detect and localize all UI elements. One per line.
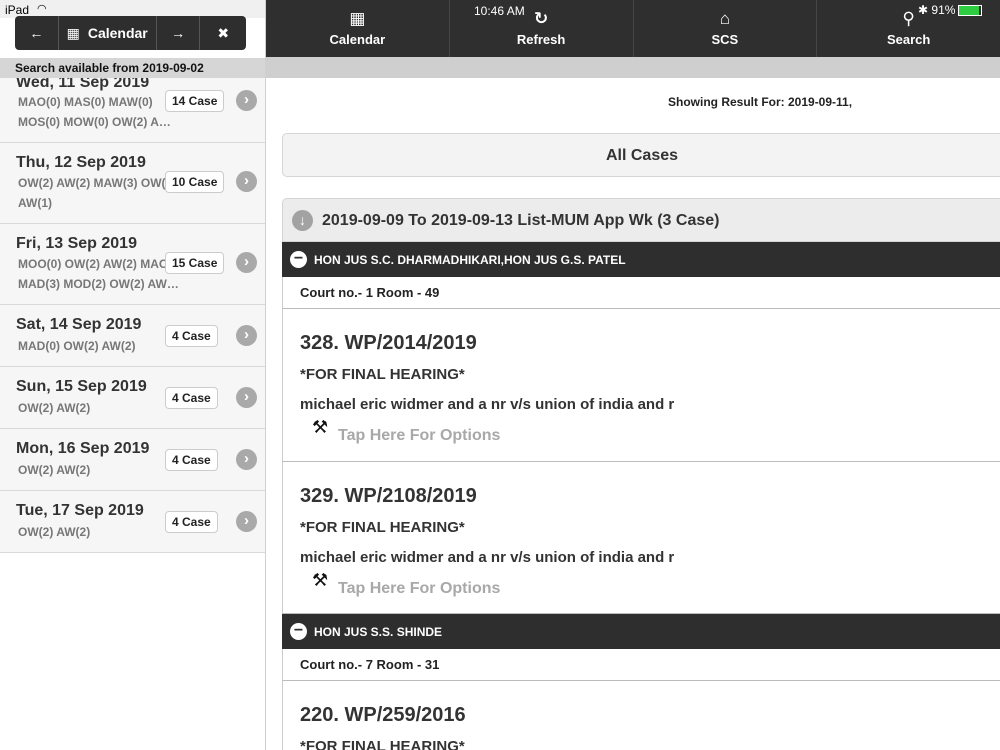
- bench-judges: HON JUS S.C. DHARMADHIKARI,HON JUS G.S. …: [314, 253, 626, 267]
- case-stage: *FOR FINAL HEARING*: [300, 738, 465, 750]
- case-count-badge: 14 Case: [165, 90, 225, 112]
- case-count-badge: 10 Case: [165, 171, 225, 193]
- day-codes: OW(2) AW(2) MAW(3) OW(2) AW(1): [18, 176, 177, 210]
- case-item[interactable]: 328. WP/2014/2019 *FOR FINAL HEARING* mi…: [282, 309, 1000, 462]
- case-options-link[interactable]: Tap Here For Options: [338, 427, 500, 445]
- day-item[interactable]: Sat, 14 Sep 2019 MAD(0) OW(2) AW(2) 4 Ca…: [0, 305, 265, 367]
- download-icon[interactable]: ↓: [292, 210, 313, 231]
- court-room: Court no.- 7 Room - 31: [282, 649, 1000, 681]
- next-button[interactable]: →: [157, 16, 201, 50]
- battery-percent: 91%: [931, 3, 956, 17]
- day-date: Fri, 13 Sep 2019: [16, 235, 137, 252]
- day-codes: OW(2) AW(2): [18, 463, 91, 477]
- case-item[interactable]: 220. WP/259/2016 *FOR FINAL HEARING*: [282, 681, 1000, 750]
- day-codes: OW(2) AW(2): [18, 401, 91, 415]
- case-count-badge: 4 Case: [165, 387, 218, 409]
- case-count-badge: 4 Case: [165, 449, 218, 471]
- nav-label: Refresh: [516, 32, 566, 47]
- case-count-badge: 15 Case: [165, 252, 225, 274]
- tools-icon[interactable]: ⚒: [312, 570, 328, 591]
- day-item[interactable]: Tue, 17 Sep 2019 OW(2) AW(2) 4 Case ›: [0, 491, 265, 553]
- clock: 10:46 AM: [474, 4, 525, 18]
- chevron-right-icon[interactable]: ›: [236, 252, 257, 273]
- case-item[interactable]: 329. WP/2108/2019 *FOR FINAL HEARING* mi…: [282, 462, 1000, 614]
- day-item[interactable]: Mon, 16 Sep 2019 OW(2) AW(2) 4 Case ›: [0, 429, 265, 491]
- carrier-label: iPad: [5, 3, 30, 17]
- day-list: Wed, 11 Sep 2019 MAO(0) MAS(0) MAW(0) MO…: [0, 65, 265, 553]
- bench-header[interactable]: − HON JUS S.S. SHINDE: [282, 614, 1000, 649]
- nav-label: SCS: [711, 32, 739, 47]
- grid-icon: ▦: [66, 24, 80, 41]
- court-room: Court no.- 1 Room - 49: [282, 277, 1000, 309]
- home-icon: ⌂: [719, 9, 731, 28]
- left-toolbar: ← ▦ Calendar → ✖: [15, 16, 246, 50]
- refresh-icon: ↻: [534, 9, 549, 28]
- battery-indicator: ✱ 91%: [918, 3, 983, 17]
- bench-judges: HON JUS S.S. SHINDE: [314, 625, 443, 639]
- day-codes: MOO(0) OW(2) AW(2) MAO(0) MAD(3) MOD(2) …: [18, 257, 183, 291]
- day-codes: MAO(0) MAS(0) MAW(0) MOS(0) MOW(0) OW(2)…: [18, 95, 171, 129]
- close-icon: ✖: [217, 24, 230, 41]
- close-button[interactable]: ✖: [200, 16, 246, 50]
- day-date: Sun, 15 Sep 2019: [16, 378, 147, 395]
- day-item[interactable]: Fri, 13 Sep 2019 MOO(0) OW(2) AW(2) MAO(…: [0, 224, 265, 305]
- top-navbar: ▦ Calendar ↻ Refresh ⌂ SCS ⚲ Search: [266, 0, 1000, 57]
- chevron-right-icon[interactable]: ›: [236, 387, 257, 408]
- case-number: 329. WP/2108/2019: [300, 485, 477, 507]
- case-count-badge: 4 Case: [165, 511, 218, 533]
- calendar-button[interactable]: ▦ Calendar: [59, 16, 157, 50]
- day-codes: OW(2) AW(2): [18, 525, 91, 539]
- calendar-button-label: Calendar: [87, 25, 148, 41]
- list-title: 2019-09-09 To 2019-09-13 List-MUM App Wk…: [322, 212, 720, 229]
- search-availability-banner: Search available from 2019-09-02: [0, 58, 265, 78]
- collapse-icon[interactable]: −: [290, 623, 307, 640]
- arrow-right-icon: →: [171, 25, 186, 41]
- day-date: Mon, 16 Sep 2019: [16, 440, 150, 457]
- calendar-grid-icon: ▦: [349, 9, 366, 28]
- case-options-link[interactable]: Tap Here For Options: [338, 580, 500, 598]
- case-parties: michael eric widmer and a nr v/s union o…: [300, 396, 675, 413]
- day-codes: MAD(0) OW(2) AW(2): [18, 339, 136, 353]
- chevron-right-icon[interactable]: ›: [236, 90, 257, 111]
- previous-button[interactable]: ←: [15, 16, 59, 50]
- day-item[interactable]: Sun, 15 Sep 2019 OW(2) AW(2) 4 Case ›: [0, 367, 265, 429]
- showing-result-text: Showing Result For: 2019-09-11,: [668, 95, 853, 109]
- case-stage: *FOR FINAL HEARING*: [300, 519, 465, 536]
- case-number: 220. WP/259/2016: [300, 704, 466, 726]
- nav-label: Calendar: [329, 32, 386, 47]
- nav-scs-button[interactable]: ⌂ SCS: [634, 0, 818, 57]
- all-cases-button[interactable]: All Cases: [282, 133, 1000, 177]
- chevron-right-icon[interactable]: ›: [236, 511, 257, 532]
- chevron-right-icon[interactable]: ›: [236, 325, 257, 346]
- day-date: Sat, 14 Sep 2019: [16, 316, 142, 333]
- case-parties: michael eric widmer and a nr v/s union o…: [300, 549, 675, 566]
- calendar-sidebar: iPad ◠ ← ▦ Calendar → ✖ Wed, 11 Sep 2019…: [0, 0, 266, 750]
- case-number: 328. WP/2014/2019: [300, 332, 477, 354]
- day-item[interactable]: Thu, 12 Sep 2019 OW(2) AW(2) MAW(3) OW(2…: [0, 143, 265, 224]
- tools-icon[interactable]: ⚒: [312, 417, 328, 438]
- nav-label: Search: [886, 32, 931, 47]
- collapse-icon[interactable]: −: [290, 251, 307, 268]
- wifi-icon: ◠: [37, 3, 47, 15]
- day-date: Tue, 17 Sep 2019: [16, 502, 144, 519]
- list-header[interactable]: ↓ 2019-09-09 To 2019-09-13 List-MUM App …: [282, 198, 1000, 242]
- day-date: Thu, 12 Sep 2019: [16, 154, 146, 171]
- bench-header[interactable]: − HON JUS S.C. DHARMADHIKARI,HON JUS G.S…: [282, 242, 1000, 277]
- header-strip: [266, 57, 1000, 78]
- chevron-right-icon[interactable]: ›: [236, 449, 257, 470]
- search-icon: ⚲: [902, 9, 915, 28]
- battery-icon: [958, 5, 983, 17]
- chevron-right-icon[interactable]: ›: [236, 171, 257, 192]
- nav-calendar-button[interactable]: ▦ Calendar: [266, 0, 450, 57]
- case-stage: *FOR FINAL HEARING*: [300, 366, 465, 383]
- case-count-badge: 4 Case: [165, 325, 218, 347]
- cause-list-panel: ▦ Calendar ↻ Refresh ⌂ SCS ⚲ Search 10:4…: [266, 0, 1000, 750]
- arrow-left-icon: ←: [29, 25, 44, 41]
- bluetooth-icon: ✱: [918, 3, 929, 17]
